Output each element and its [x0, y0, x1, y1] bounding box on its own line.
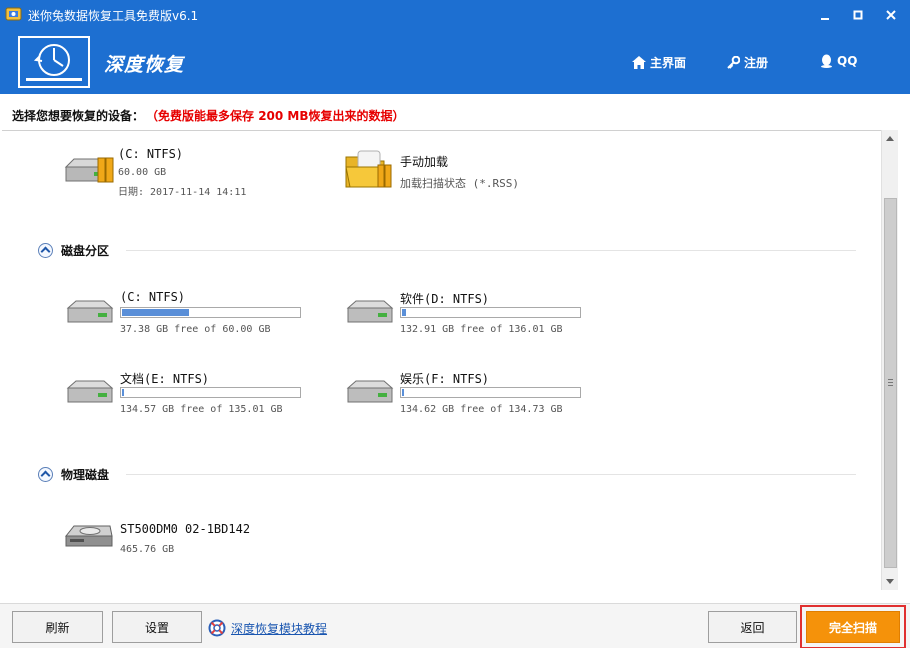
maximize-icon — [853, 10, 863, 20]
minimize-icon — [821, 18, 829, 20]
section-divider — [126, 474, 856, 475]
nav-home[interactable]: 主界面 — [632, 54, 686, 71]
app-icon — [5, 7, 22, 21]
partition-item-c[interactable]: (C: NTFS) 37.38 GB free of 60.00 GB — [64, 290, 314, 346]
title-bar: 迷你兔数据恢复工具免费版v6.1 — [0, 0, 910, 30]
physical-disk-item[interactable]: ST500DM0 02-1BD142 465.76 GB — [64, 522, 314, 578]
manual-load-desc: 加载扫描状态 (*.RSS) — [400, 177, 519, 190]
section-divider — [126, 250, 856, 251]
manual-load-item[interactable]: 手动加载 加载扫描状态 (*.RSS) — [344, 147, 594, 203]
key-icon — [727, 56, 740, 69]
window-title: 迷你兔数据恢复工具免费版v6.1 — [28, 9, 199, 23]
manual-load-label: 手动加载 — [400, 155, 449, 169]
partition-item-f[interactable]: 娱乐(F: NTFS) 134.62 GB free of 134.73 GB — [344, 370, 594, 426]
drive-date: 日期: 2017-11-14 14:11 — [118, 187, 247, 198]
help-lifebuoy-icon — [208, 619, 226, 637]
usage-bar-fill — [402, 389, 404, 396]
usage-bar-fill — [122, 309, 189, 316]
drive-icon — [346, 380, 394, 403]
physical-section-header[interactable]: 物理磁盘 — [38, 466, 109, 483]
tutorial-link[interactable]: 深度恢复模块教程 — [231, 620, 327, 637]
partition-free: 37.38 GB free of 60.00 GB — [120, 324, 271, 335]
section-title: 物理磁盘 — [61, 468, 110, 482]
logo-icon — [18, 36, 90, 88]
brand-title: 深度恢复 — [104, 54, 185, 76]
usage-bar — [400, 387, 581, 398]
prompt-label: 选择您想要恢复的设备： — [12, 109, 145, 123]
drive-icon — [66, 300, 114, 323]
backup-drive-item[interactable]: (C: NTFS) 60.00 GB 日期: 2017-11-14 14:11 — [62, 147, 312, 203]
collapse-icon[interactable] — [38, 243, 53, 258]
drive-icon — [66, 380, 114, 403]
partition-name: 娱乐(F: NTFS) — [400, 372, 490, 386]
disk-size: 465.76 GB — [120, 544, 175, 555]
free-limit-note: （免费版能最多保存 200 MB恢复出来的数据） — [152, 109, 405, 123]
device-list: (C: NTFS) 60.00 GB 日期: 2017-11-14 14:11 … — [2, 130, 881, 590]
drive-name: (C: NTFS) — [118, 147, 184, 161]
scroll-thumb[interactable] — [884, 198, 897, 568]
folder-load-icon — [345, 150, 392, 188]
nav-register-label: 注册 — [744, 56, 769, 70]
partition-item-e[interactable]: 文档(E: NTFS) 134.57 GB free of 135.01 GB — [64, 370, 314, 426]
partition-name: 文档(E: NTFS) — [120, 372, 210, 386]
nav-register[interactable]: 注册 — [727, 54, 768, 71]
close-icon — [886, 10, 896, 20]
tutorial-link-group[interactable]: 深度恢复模块教程 — [208, 619, 327, 637]
back-button[interactable]: 返回 — [708, 611, 797, 643]
partition-name: (C: NTFS) — [120, 290, 186, 304]
partition-free: 132.91 GB free of 136.01 GB — [400, 324, 563, 335]
disk-name: ST500DM0 02-1BD142 — [120, 522, 251, 536]
hard-disk-icon — [64, 525, 113, 547]
usage-bar-fill — [122, 389, 124, 396]
grip-icon — [888, 379, 893, 386]
drive-size: 60.00 GB — [118, 167, 167, 178]
scroll-down-icon[interactable] — [886, 579, 894, 584]
partition-free: 134.62 GB free of 134.73 GB — [400, 404, 563, 415]
usage-bar — [400, 307, 581, 318]
settings-button[interactable]: 设置 — [112, 611, 202, 643]
refresh-button[interactable]: 刷新 — [12, 611, 103, 643]
drive-icon — [346, 300, 394, 323]
minimize-button[interactable] — [813, 4, 837, 26]
drive-backup-icon — [64, 157, 114, 183]
full-scan-button[interactable]: 完全扫描 — [806, 611, 900, 643]
qq-penguin-icon — [821, 54, 832, 68]
device-prompt: 选择您想要恢复的设备： （免费版能最多保存 200 MB恢复出来的数据） — [12, 107, 405, 124]
maximize-button[interactable] — [846, 4, 870, 26]
usage-bar-fill — [402, 309, 406, 316]
usage-bar — [120, 387, 301, 398]
close-button[interactable] — [879, 4, 903, 26]
home-icon — [632, 56, 646, 69]
partition-free: 134.57 GB free of 135.01 GB — [120, 404, 283, 415]
nav-home-label: 主界面 — [650, 56, 687, 70]
scan-highlight-frame: 完全扫描 — [800, 605, 906, 648]
partition-name: 软件(D: NTFS) — [400, 292, 490, 306]
partitions-section-header[interactable]: 磁盘分区 — [38, 242, 109, 259]
nav-qq-label: QQ — [837, 54, 858, 68]
usage-bar — [120, 307, 301, 318]
collapse-icon[interactable] — [38, 467, 53, 482]
partition-item-d[interactable]: 软件(D: NTFS) 132.91 GB free of 136.01 GB — [344, 290, 594, 346]
footer-bar: 刷新 设置 深度恢复模块教程 返回 完全扫描 — [0, 603, 910, 648]
vertical-scrollbar[interactable] — [881, 130, 898, 590]
section-title: 磁盘分区 — [61, 244, 110, 258]
app-header: 深度恢复 主界面 注册 QQ — [0, 30, 910, 94]
scroll-up-icon[interactable] — [886, 136, 894, 141]
nav-qq[interactable]: QQ — [820, 54, 857, 68]
